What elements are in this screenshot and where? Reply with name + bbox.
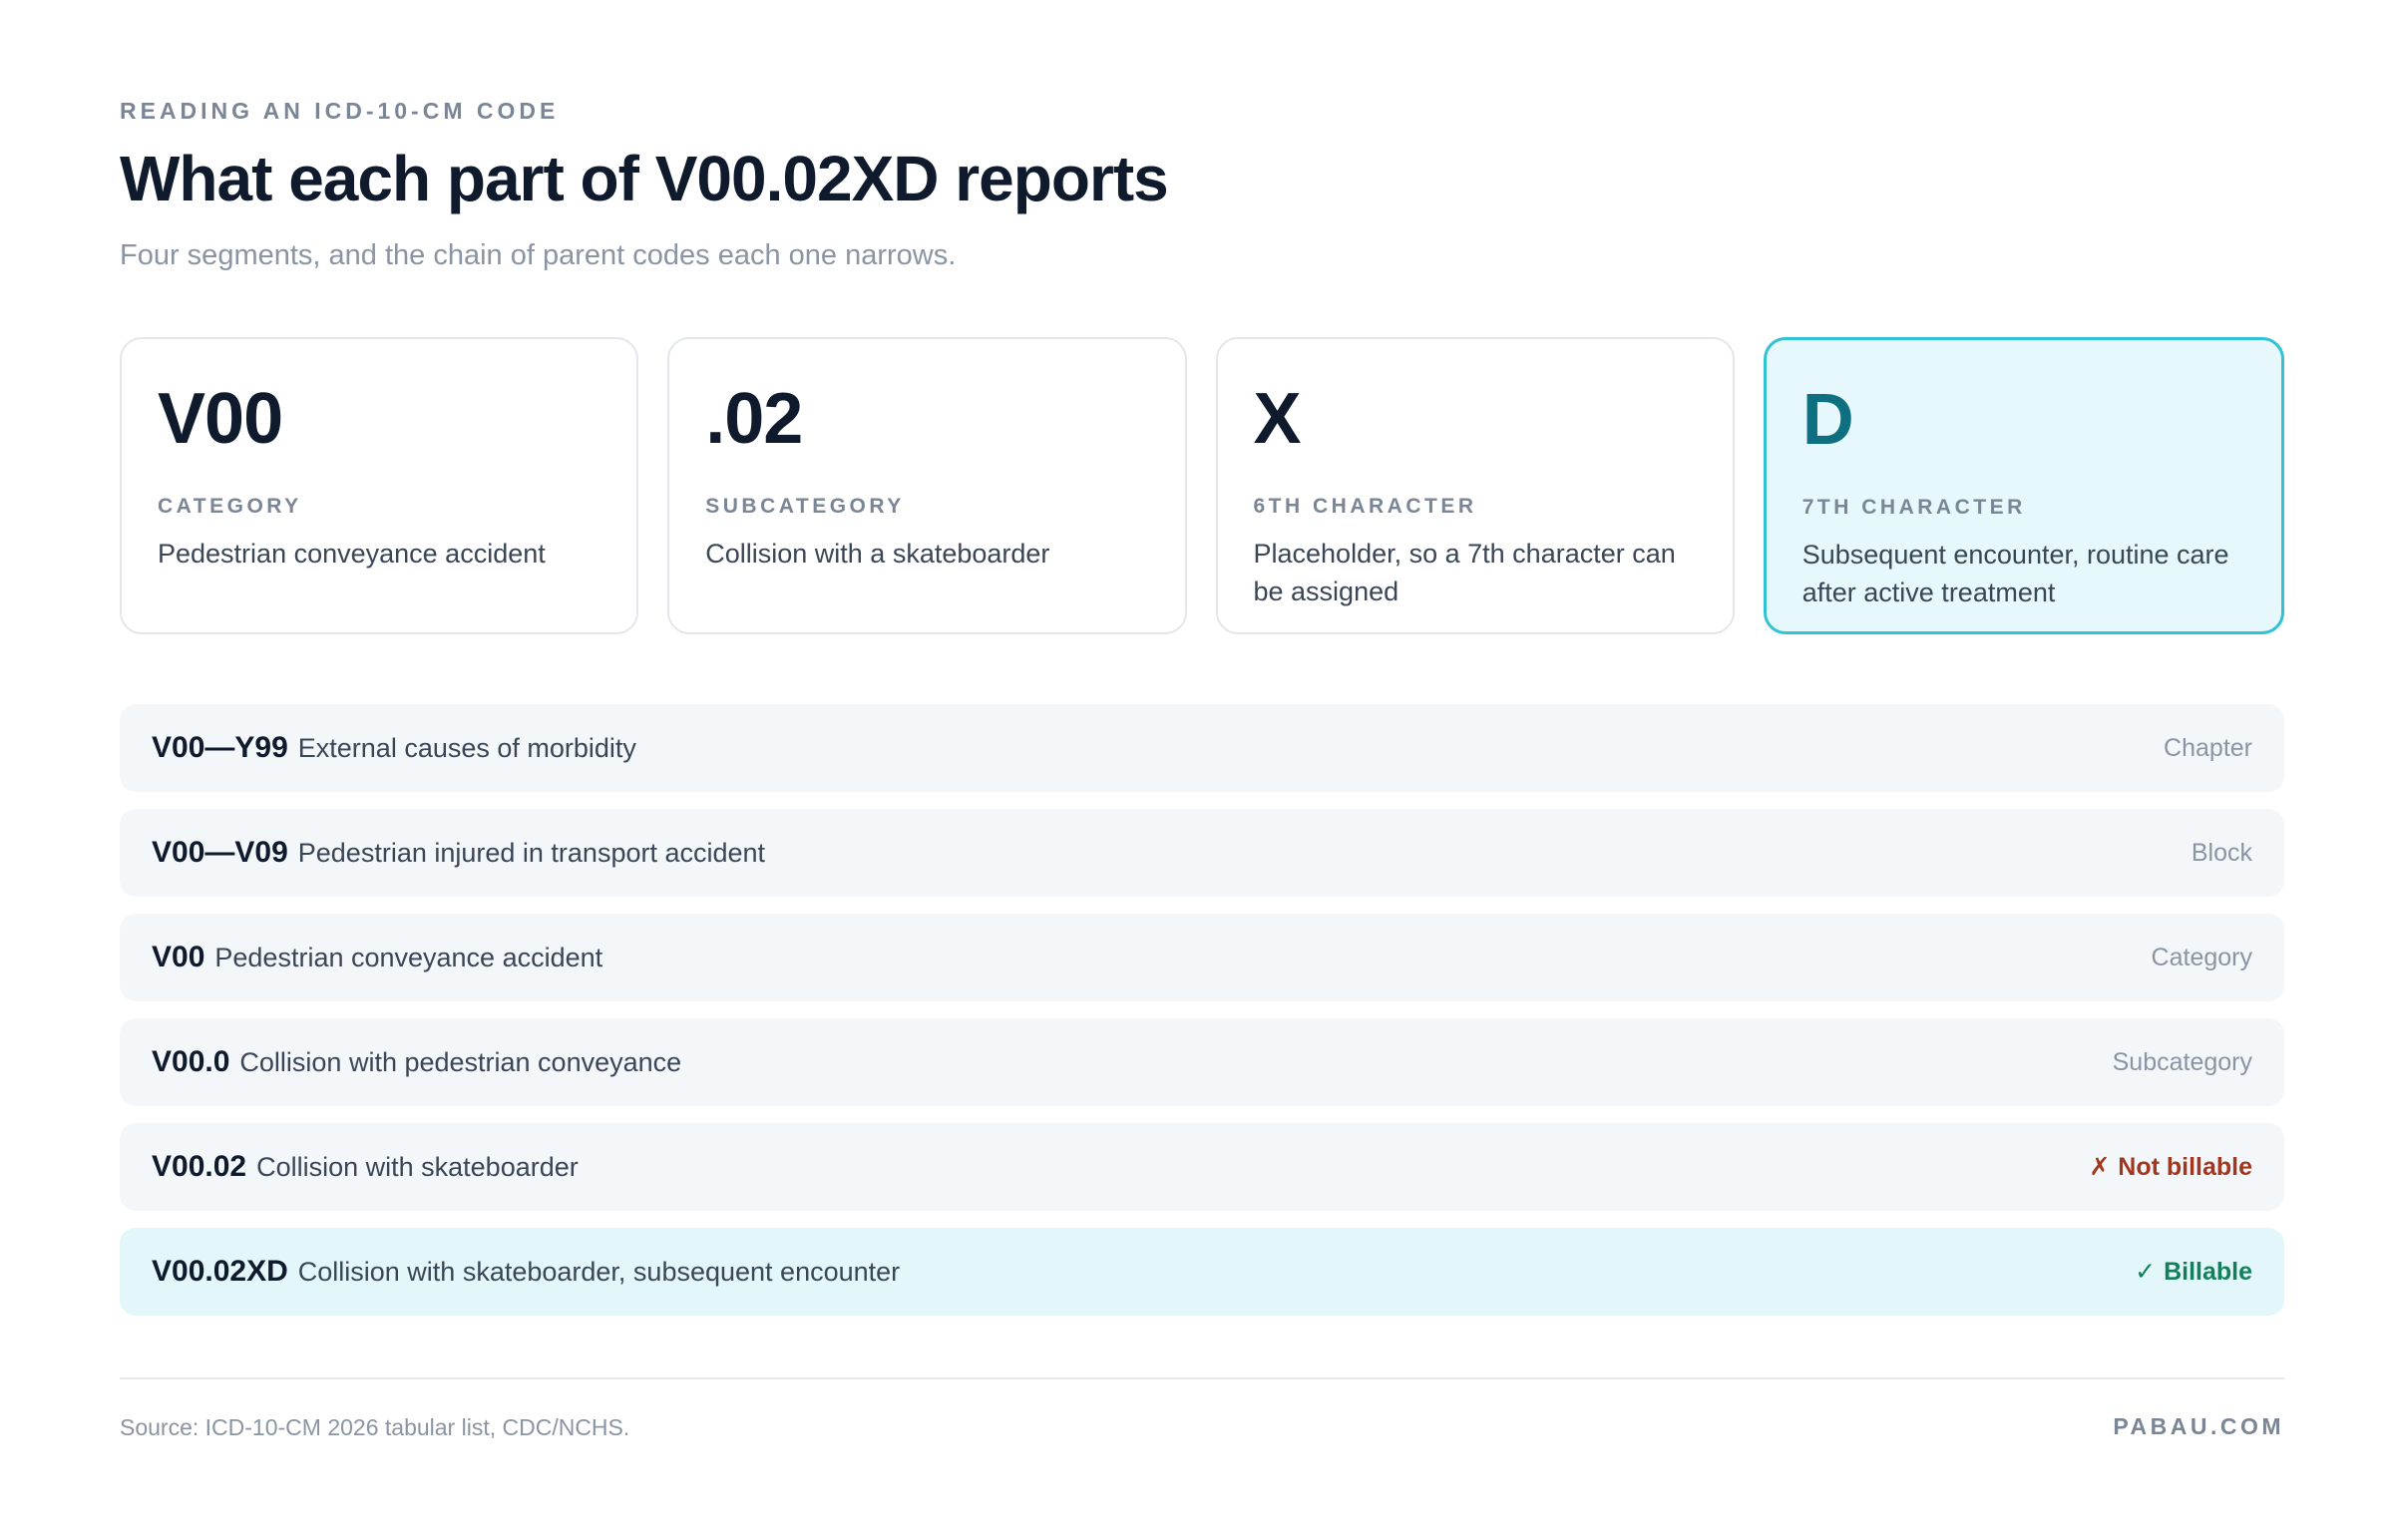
hierarchy-row-not-billable: V00.02 Collision with skateboarder ✗ Not …: [120, 1123, 2284, 1211]
segment-code: V00: [158, 379, 283, 459]
row-code: V00.02XD: [152, 1255, 288, 1288]
row-code: V00.0: [152, 1045, 230, 1078]
hierarchy-row-block: V00—V09 Pedestrian injured in transport …: [120, 809, 2284, 897]
segment-card-6th-character: X 6TH CHARACTER Placeholder, so a 7th ch…: [1215, 337, 1735, 634]
segment-label: 7TH CHARACTER: [1801, 496, 2026, 519]
page-subtitle: Four segments, and the chain of parent c…: [120, 239, 957, 271]
badge-text: Billable: [2164, 1258, 2252, 1286]
row-description: Pedestrian conveyance accident: [214, 942, 603, 972]
row-description: External causes of morbidity: [297, 732, 636, 763]
cross-icon: ✗: [2089, 1153, 2111, 1181]
segment-card-category: V00 CATEGORY Pedestrian conveyance accid…: [120, 337, 639, 634]
footer-divider: [120, 1377, 2284, 1379]
brand-mark: PABAU.COM: [2113, 1413, 2284, 1439]
segment-description: Subsequent encounter, routine care after…: [1801, 540, 2229, 607]
row-level: Subcategory: [2112, 1047, 2252, 1076]
row-level: Category: [2151, 943, 2252, 971]
hierarchy-row-category: V00 Pedestrian conveyance accident Categ…: [120, 914, 2284, 1001]
segment-cards: V00 CATEGORY Pedestrian conveyance accid…: [120, 337, 2284, 634]
segment-label: SUBCATEGORY: [705, 495, 905, 518]
segment-code: .02: [705, 379, 803, 459]
badge-text: Not billable: [2118, 1153, 2252, 1181]
hierarchy-row-billable: V00.02XD Collision with skateboarder, su…: [120, 1228, 2284, 1316]
row-description: Collision with skateboarder: [256, 1151, 579, 1182]
segment-code: D: [1801, 380, 1854, 460]
row-level: Block: [2191, 838, 2252, 867]
row-description: Collision with skateboarder, subsequent …: [297, 1256, 901, 1287]
row-code: V00.02: [152, 1150, 247, 1183]
row-description: Pedestrian injured in transport accident: [297, 837, 766, 868]
row-code: V00—V09: [152, 836, 288, 869]
check-icon: ✓: [2135, 1258, 2157, 1286]
page-title: What each part of V00.02XD reports: [120, 143, 1169, 214]
segment-description: Placeholder, so a 7th character can be a…: [1253, 539, 1676, 606]
segment-label: 6TH CHARACTER: [1253, 495, 1477, 518]
segment-card-7th-character: D 7TH CHARACTER Subsequent encounter, ro…: [1763, 337, 2284, 634]
row-code: V00: [152, 941, 205, 973]
hierarchy-row-chapter: V00—Y99 External causes of morbidity Cha…: [120, 704, 2284, 792]
segment-label: CATEGORY: [158, 495, 302, 518]
code-hierarchy: V00—Y99 External causes of morbidity Cha…: [120, 704, 2284, 1333]
segment-code: X: [1253, 379, 1302, 459]
not-billable-badge: ✗ Not billable: [2089, 1152, 2252, 1182]
eyebrow: READING AN ICD-10-CM CODE: [120, 98, 560, 124]
hierarchy-row-subcategory: V00.0 Collision with pedestrian conveyan…: [120, 1018, 2284, 1106]
segment-card-subcategory: .02 SUBCATEGORY Collision with a skatebo…: [667, 337, 1187, 634]
page: READING AN ICD-10-CM CODE What each part…: [0, 0, 2394, 1540]
row-level: Chapter: [2164, 733, 2252, 762]
row-code: V00—Y99: [152, 731, 288, 764]
segment-description: Pedestrian conveyance accident: [158, 539, 546, 569]
segment-description: Collision with a skateboarder: [705, 539, 1050, 569]
source-note: Source: ICD-10-CM 2026 tabular list, CDC…: [120, 1414, 630, 1440]
billable-badge: ✓ Billable: [2135, 1257, 2252, 1287]
row-description: Collision with pedestrian conveyance: [239, 1046, 682, 1077]
